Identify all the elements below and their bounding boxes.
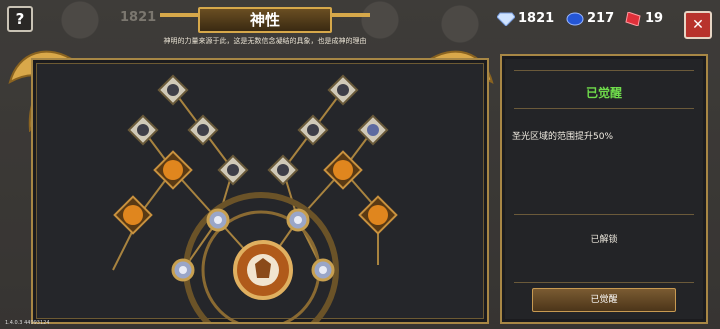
divider — [514, 108, 694, 109]
currency-diamond: 1821 — [497, 11, 554, 26]
title-ornament-right — [330, 13, 370, 17]
currency-ruby: 19 — [624, 11, 663, 26]
background-count: 1821 — [120, 10, 157, 25]
effect-description: 圣光区域的范围提升50% — [512, 132, 614, 142]
talent-tree — [112, 74, 398, 322]
page-subtitle: 神明的力量来源于此，这是无数信念凝结的具象，也是成神的理由 — [163, 37, 367, 45]
currency-sapphire: 217 — [566, 11, 614, 26]
diamond-count: 1821 — [518, 11, 555, 26]
ruby-icon — [625, 11, 641, 26]
blue-orb-node[interactable] — [206, 208, 230, 232]
talent-tree-panel — [31, 58, 489, 324]
page-title: 神性 — [198, 7, 332, 33]
unlock-status: 已解锁 — [590, 235, 618, 245]
sapphire-count: 217 — [587, 11, 615, 26]
ruby-count: 19 — [645, 11, 664, 26]
title-ornament-left — [160, 13, 200, 17]
divider — [514, 282, 694, 283]
close-button[interactable]: ✕ — [684, 11, 712, 39]
locked-node[interactable] — [157, 74, 189, 106]
help-button[interactable]: ? — [7, 6, 33, 32]
locked-node[interactable] — [297, 114, 329, 146]
divider — [514, 214, 694, 215]
center-lion-node[interactable] — [233, 240, 293, 300]
sapphire-icon — [566, 12, 584, 25]
awaken-button[interactable]: 已觉醒 — [532, 288, 676, 312]
locked-node[interactable] — [267, 154, 299, 186]
detail-panel: 已觉醒 圣光区域的范围提升50% 已解锁 已觉醒 — [500, 54, 708, 324]
blue-orb-node[interactable] — [286, 208, 310, 232]
blue-orb-node[interactable] — [311, 258, 335, 282]
locked-node[interactable] — [127, 114, 159, 146]
orb-node[interactable] — [113, 195, 153, 235]
locked-node[interactable] — [357, 114, 389, 146]
locked-node[interactable] — [327, 74, 359, 106]
status-title: 已觉醒 — [585, 86, 622, 100]
blue-orb-node[interactable] — [171, 258, 195, 282]
version-label: 1.4.0.3 44993124 — [5, 320, 50, 326]
diamond-icon — [497, 12, 515, 26]
locked-node[interactable] — [217, 154, 249, 186]
divider — [514, 70, 694, 71]
locked-node[interactable] — [187, 114, 219, 146]
orb-node[interactable] — [358, 195, 398, 235]
